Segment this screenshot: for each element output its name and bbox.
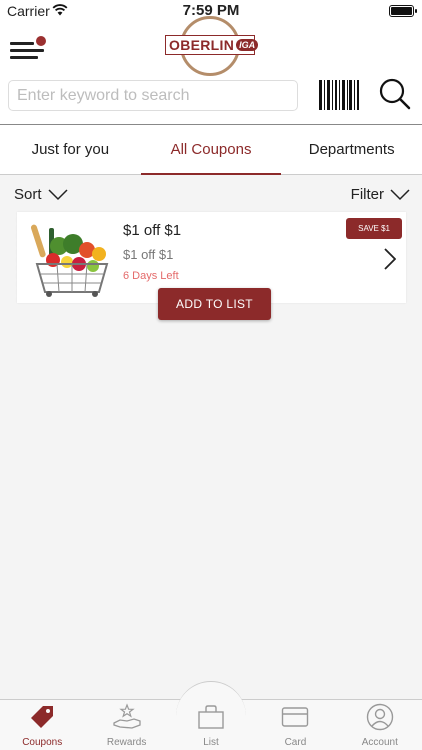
- coupon-title: $1 off $1: [123, 222, 182, 239]
- nav-coupons[interactable]: Coupons: [0, 700, 84, 750]
- coupon-subtitle: $1 off $1: [123, 247, 174, 262]
- coupon-tabs: Just for you All Coupons Departments: [0, 124, 422, 175]
- nav-label: Coupons: [22, 737, 63, 748]
- add-to-list-button[interactable]: ADD TO LIST: [158, 288, 271, 320]
- card-icon: [282, 707, 309, 727]
- grocery-basket-image: [30, 224, 109, 297]
- logo-name: OBERLIN: [169, 37, 235, 53]
- notification-dot: [36, 36, 46, 46]
- chevron-down-icon: [390, 188, 410, 200]
- chevron-right-icon[interactable]: [384, 248, 396, 270]
- nav-account[interactable]: Account: [338, 700, 422, 750]
- search-input[interactable]: [8, 80, 298, 111]
- tab-departments[interactable]: Departments: [281, 125, 422, 174]
- perforated-edge: [14, 212, 20, 303]
- tab-just-for-you[interactable]: Just for you: [0, 125, 141, 174]
- battery-icon: [389, 5, 417, 17]
- nav-list[interactable]: List: [169, 700, 253, 750]
- bottom-nav: Coupons Rewards List Card Account: [0, 681, 422, 750]
- chevron-down-icon: [47, 188, 68, 200]
- logo-badge: IGA: [236, 39, 259, 51]
- sort-filter-bar: Sort Filter: [0, 186, 422, 208]
- nav-rewards[interactable]: Rewards: [84, 700, 168, 750]
- tab-all-coupons[interactable]: All Coupons: [140, 125, 282, 175]
- store-logo[interactable]: OBERLIN IGA: [165, 16, 259, 76]
- coupon-expiry: 6 Days Left: [123, 270, 179, 282]
- sort-button[interactable]: Sort: [14, 186, 68, 203]
- nav-label: Account: [361, 737, 398, 748]
- search-icon[interactable]: [378, 77, 412, 111]
- save-badge: SAVE $1: [346, 218, 402, 239]
- nav-label: Card: [284, 737, 307, 748]
- tag-icon: [31, 706, 54, 728]
- barcode-scan-button[interactable]: [319, 80, 361, 110]
- account-user-icon: [366, 703, 394, 731]
- rewards-hand-star-icon: [112, 703, 141, 729]
- shopping-bag-icon: [198, 705, 224, 729]
- filter-label: Filter: [350, 186, 384, 203]
- menu-button[interactable]: [10, 36, 46, 62]
- nav-label: List: [203, 737, 219, 748]
- header: OBERLIN IGA: [0, 16, 422, 125]
- nav-label: Rewards: [106, 737, 147, 748]
- filter-button[interactable]: Filter: [351, 186, 410, 203]
- nav-card[interactable]: Card: [253, 700, 337, 750]
- sort-label: Sort: [14, 186, 42, 203]
